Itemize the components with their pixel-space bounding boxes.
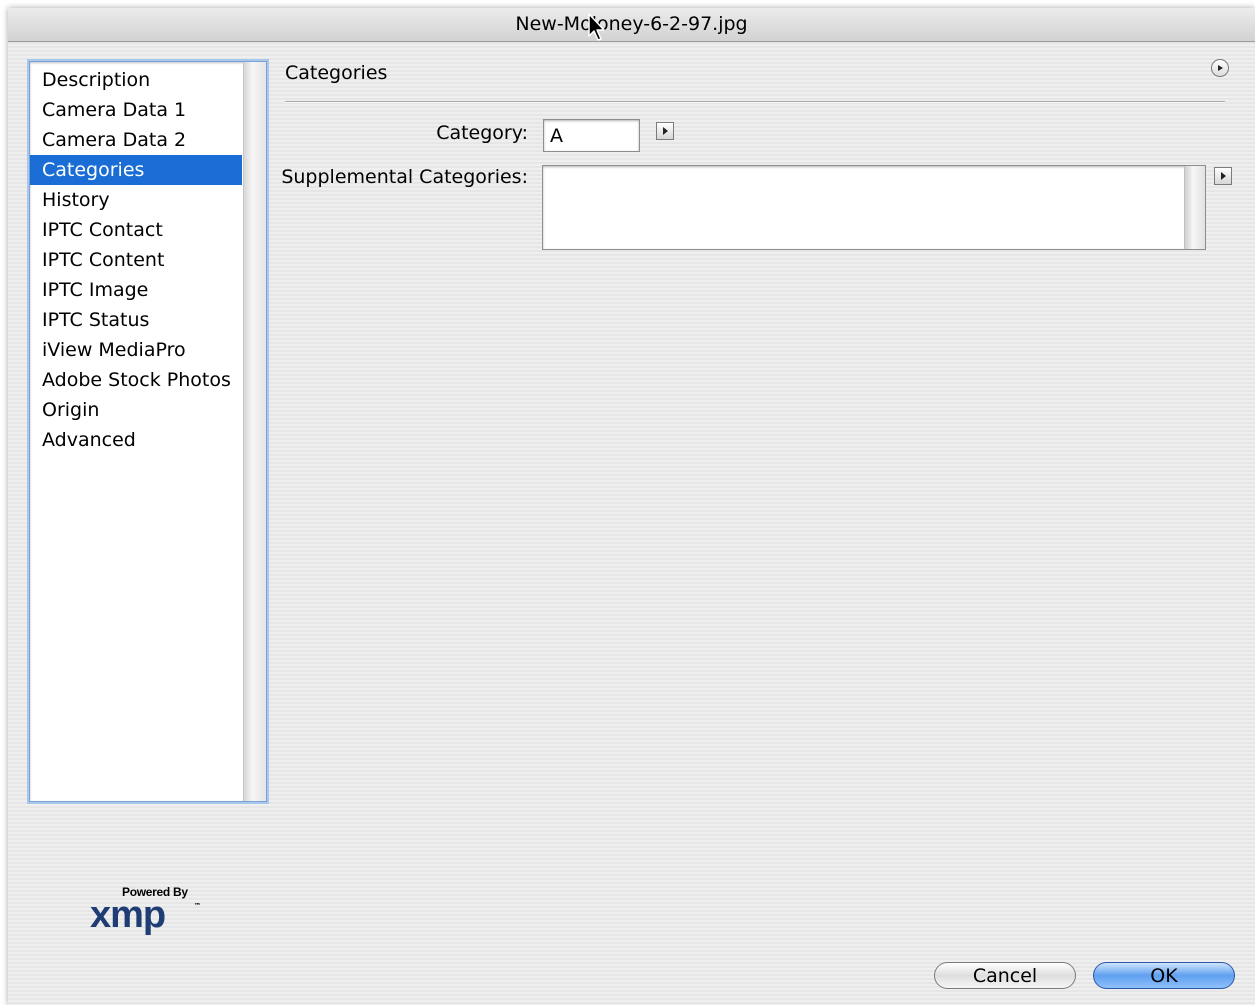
supplemental-categories-field[interactable] bbox=[542, 165, 1206, 250]
category-input[interactable] bbox=[544, 120, 639, 151]
section-divider bbox=[285, 101, 1225, 103]
disclosure-arrow-icon bbox=[1220, 172, 1226, 180]
cancel-button[interactable]: Cancel bbox=[934, 962, 1076, 989]
panel-list[interactable]: Description Camera Data 1 Camera Data 2 … bbox=[29, 61, 267, 802]
sidebar-item-camera-data-1[interactable]: Camera Data 1 bbox=[30, 95, 242, 125]
category-label: Category: bbox=[436, 122, 528, 144]
category-field[interactable] bbox=[543, 119, 640, 152]
sidebar-item-adobe-stock-photos[interactable]: Adobe Stock Photos bbox=[30, 365, 242, 395]
sidebar-item-camera-data-2[interactable]: Camera Data 2 bbox=[30, 125, 242, 155]
sidebar-item-iptc-image[interactable]: IPTC Image bbox=[30, 275, 242, 305]
sidebar-item-iptc-status[interactable]: IPTC Status bbox=[30, 305, 242, 335]
disclosure-arrow-icon bbox=[662, 127, 668, 135]
sidebar-item-description[interactable]: Description bbox=[30, 65, 242, 95]
dialog-window: New-Moloney-6-2-97.jpg Description Camer… bbox=[8, 8, 1255, 1005]
sidebar-item-advanced[interactable]: Advanced bbox=[30, 425, 242, 455]
supplemental-menu-button[interactable] bbox=[1214, 167, 1232, 185]
mouse-pointer-icon bbox=[588, 13, 605, 41]
sidebar-item-iptc-content[interactable]: IPTC Content bbox=[30, 245, 242, 275]
supplemental-scrollbar[interactable] bbox=[1184, 166, 1205, 249]
trademark-mark: ™ bbox=[194, 902, 201, 910]
sidebar-item-iptc-contact[interactable]: IPTC Contact bbox=[30, 215, 242, 245]
sidebar-item-history[interactable]: History bbox=[30, 185, 242, 215]
supplemental-categories-label: Supplemental Categories: bbox=[281, 166, 528, 188]
window-title: New-Moloney-6-2-97.jpg bbox=[515, 13, 748, 35]
title-bar[interactable]: New-Moloney-6-2-97.jpg bbox=[8, 8, 1255, 42]
sidebar-scrollbar[interactable] bbox=[243, 62, 266, 801]
xmp-logo: Powered By xmp ™ bbox=[90, 885, 210, 945]
category-menu-button[interactable] bbox=[656, 122, 674, 140]
sidebar-item-origin[interactable]: Origin bbox=[30, 395, 242, 425]
panel-title: Categories bbox=[285, 62, 388, 84]
sidebar-item-categories[interactable]: Categories bbox=[30, 155, 242, 185]
panel-options-button[interactable] bbox=[1211, 59, 1229, 77]
play-arrow-icon bbox=[1218, 65, 1223, 71]
xmp-wordmark: xmp bbox=[90, 894, 166, 936]
ok-button[interactable]: OK bbox=[1093, 962, 1235, 989]
supplemental-categories-input[interactable] bbox=[543, 166, 1183, 249]
sidebar-item-iview-mediapro[interactable]: iView MediaPro bbox=[30, 335, 242, 365]
